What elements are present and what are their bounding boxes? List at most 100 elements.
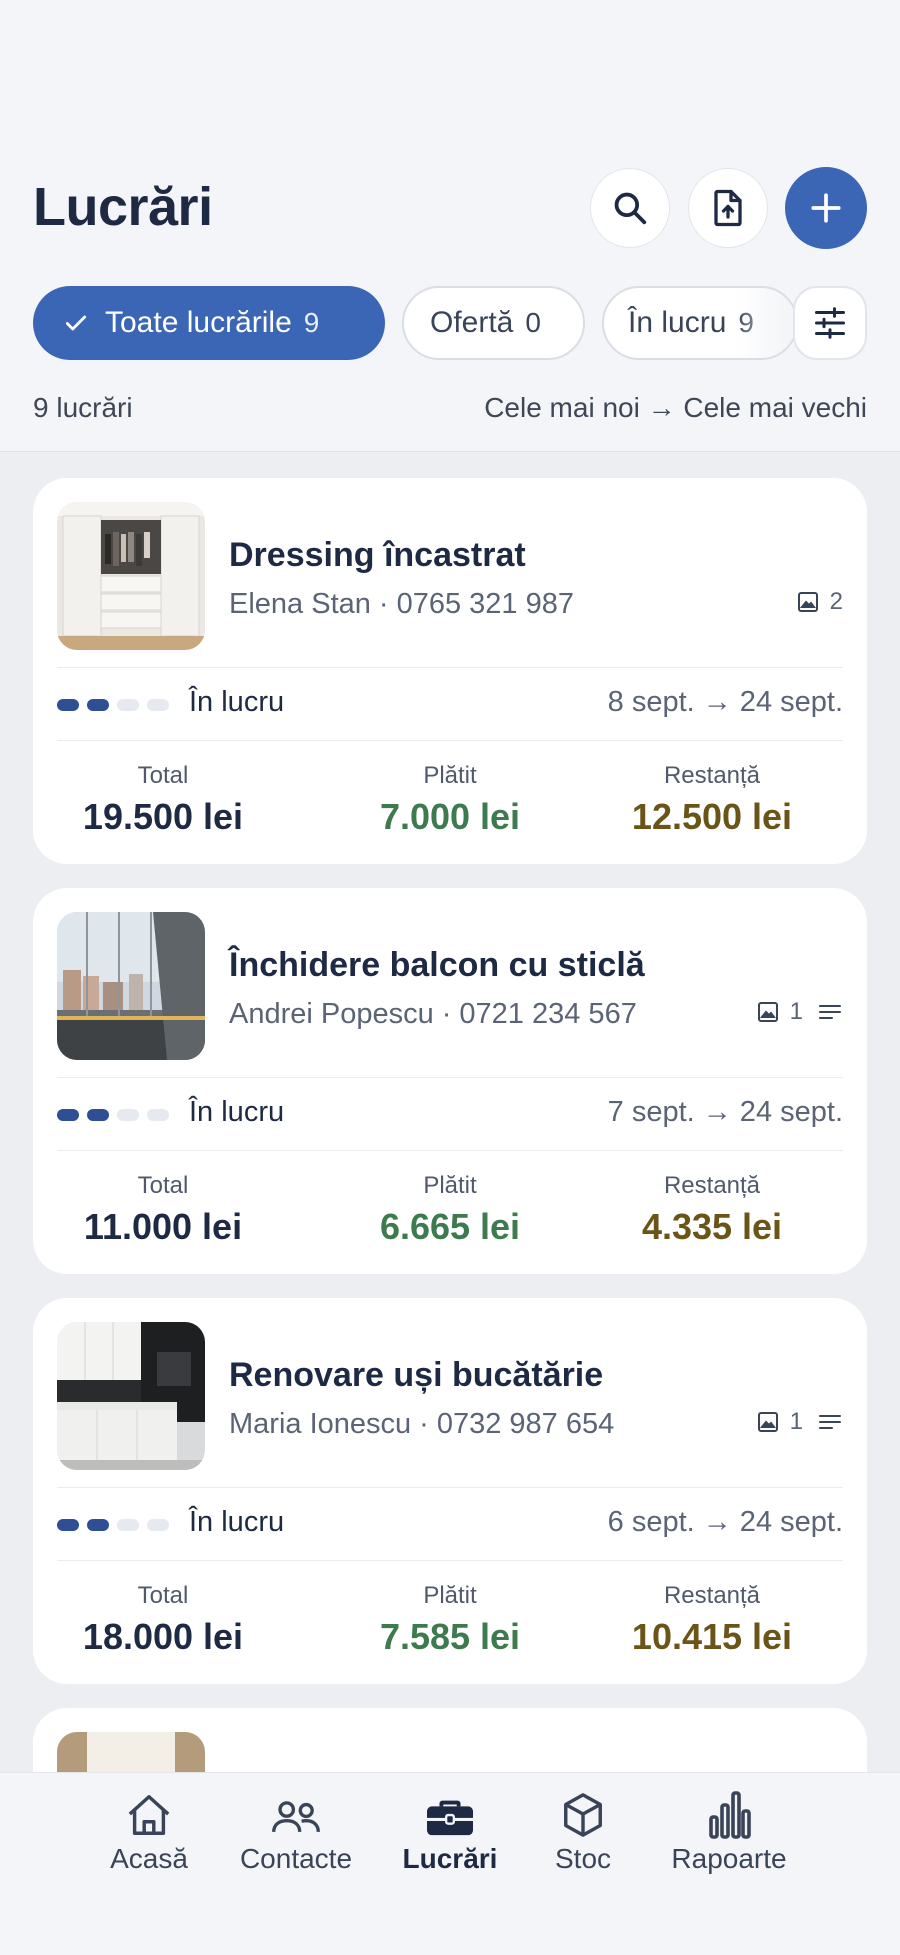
paid-column: Plătit 7.585 lei bbox=[320, 1582, 580, 1658]
due-label: Restanță bbox=[663, 1172, 761, 1199]
progress-step bbox=[57, 1519, 79, 1531]
tab-jobs[interactable]: Lucrări bbox=[375, 1785, 525, 1875]
export-button[interactable] bbox=[688, 168, 768, 248]
chip-all-jobs[interactable]: Toate lucrările 9 bbox=[33, 286, 385, 360]
total-column: Total 19.500 lei bbox=[33, 762, 293, 838]
job-client: Andrei Popescu · 0721 234 567 bbox=[229, 998, 637, 1030]
home-icon bbox=[128, 1795, 170, 1835]
box-icon bbox=[564, 1793, 602, 1837]
due-value: 12.500 lei bbox=[631, 796, 793, 837]
notes-icon bbox=[819, 1415, 841, 1429]
paid-column: Plătit 6.665 lei bbox=[320, 1172, 580, 1248]
divider bbox=[57, 667, 843, 668]
briefcase-icon bbox=[427, 1800, 473, 1836]
search-icon bbox=[614, 192, 647, 225]
total-column: Total 18.000 lei bbox=[33, 1582, 293, 1658]
photo-count: 1 bbox=[789, 1408, 803, 1435]
job-dates: 8 sept. → 24 sept. bbox=[607, 686, 843, 718]
tab-label: Stoc bbox=[554, 1843, 612, 1874]
total-value: 18.000 lei bbox=[82, 1616, 244, 1657]
add-button[interactable] bbox=[785, 167, 867, 249]
job-title: Închidere balcon cu sticlă bbox=[229, 946, 645, 984]
due-value: 4.335 lei bbox=[641, 1206, 783, 1247]
paid-label: Plătit bbox=[423, 1172, 477, 1199]
total-label: Total bbox=[137, 1582, 189, 1609]
progress-step bbox=[57, 699, 79, 711]
chip-count: 9 bbox=[303, 307, 320, 338]
bar-chart-icon bbox=[709, 1791, 751, 1839]
job-status: În lucru bbox=[189, 686, 285, 718]
job-photo-wardrobe bbox=[57, 502, 205, 650]
chip-label: Toate lucrările bbox=[105, 306, 292, 339]
job-dates: 6 sept. → 24 sept. bbox=[607, 1506, 843, 1538]
due-column: Restanță 10.415 lei bbox=[582, 1582, 842, 1658]
header-area: Lucrări Toate lucrările 9 Ofertă 0 În lu… bbox=[0, 0, 900, 452]
chip-label: În lucru bbox=[628, 306, 727, 339]
job-photo-kitchen bbox=[57, 1322, 205, 1470]
client-name: Maria Ionescu bbox=[229, 1408, 412, 1440]
job-card[interactable]: Dressing încastrat Elena Stan · 0765 321 9… bbox=[33, 478, 867, 864]
due-label: Restanță bbox=[663, 1582, 761, 1609]
tab-label: Rapoarte bbox=[671, 1843, 787, 1874]
job-meta: 1 bbox=[756, 1408, 843, 1436]
progress-step bbox=[117, 1519, 139, 1531]
image-icon bbox=[797, 592, 818, 612]
tab-contacts[interactable]: Contacte bbox=[221, 1785, 371, 1875]
progress-step bbox=[117, 1109, 139, 1121]
sort-order[interactable]: Cele mai noi → Cele mai vechi bbox=[484, 392, 867, 424]
due-column: Restanță 12.500 lei bbox=[582, 762, 842, 838]
progress-indicator bbox=[57, 1109, 169, 1121]
total-label: Total bbox=[137, 762, 189, 789]
client-phone[interactable]: 0765 321 987 bbox=[397, 588, 574, 620]
job-status: În lucru bbox=[189, 1506, 285, 1538]
due-label: Restanță bbox=[663, 762, 761, 789]
total-column: Total 11.000 lei bbox=[33, 1172, 293, 1248]
job-status: În lucru bbox=[189, 1096, 285, 1128]
progress-indicator bbox=[57, 1519, 169, 1531]
tab-label: Contacte bbox=[239, 1843, 353, 1874]
filter-settings-button[interactable] bbox=[793, 286, 867, 360]
job-card[interactable]: Renovare uși bucătărie Maria Ionescu · 073… bbox=[33, 1298, 867, 1684]
progress-step bbox=[57, 1109, 79, 1121]
client-name: Andrei Popescu bbox=[229, 998, 434, 1030]
progress-step bbox=[147, 1519, 169, 1531]
chip-label: Ofertă bbox=[430, 306, 514, 339]
paid-value: 7.000 lei bbox=[379, 796, 521, 837]
progress-step bbox=[147, 699, 169, 711]
client-phone[interactable]: 0721 234 567 bbox=[459, 998, 636, 1030]
chip-in-progress[interactable]: În lucru 9 bbox=[602, 286, 798, 360]
chip-count: 0 bbox=[525, 307, 541, 338]
client-phone[interactable]: 0732 987 654 bbox=[437, 1408, 614, 1440]
tab-stock[interactable]: Stoc bbox=[508, 1785, 658, 1875]
notes-icon bbox=[819, 1005, 841, 1019]
job-meta: 1 bbox=[756, 998, 843, 1026]
photo-count: 1 bbox=[789, 998, 803, 1025]
results-count: 9 lucrări bbox=[33, 392, 133, 423]
image-icon bbox=[757, 1002, 778, 1022]
job-title: Renovare uși bucătărie bbox=[229, 1356, 604, 1394]
job-card[interactable]: Închidere balcon cu sticlă Andrei Popesc… bbox=[33, 888, 867, 1274]
due-column: Restanță 4.335 lei bbox=[582, 1172, 842, 1248]
people-icon bbox=[272, 1801, 320, 1832]
search-button[interactable] bbox=[590, 168, 670, 248]
job-dates: 7 sept. → 24 sept. bbox=[607, 1096, 843, 1128]
tab-label: Lucrări bbox=[402, 1843, 498, 1874]
progress-indicator bbox=[57, 699, 169, 711]
job-meta: 2 bbox=[796, 588, 843, 616]
progress-step bbox=[147, 1109, 169, 1121]
tab-reports[interactable]: Rapoarte bbox=[654, 1785, 804, 1875]
image-icon bbox=[757, 1412, 778, 1432]
progress-step bbox=[87, 699, 109, 711]
plus-icon bbox=[811, 193, 841, 223]
tab-home[interactable]: Acasă bbox=[74, 1785, 224, 1875]
divider bbox=[57, 1560, 843, 1561]
bottom-tab-bar: Acasă Contacte Lucrări Stoc Rapoarte bbox=[0, 1772, 900, 1955]
progress-step bbox=[87, 1519, 109, 1531]
paid-label: Plătit bbox=[423, 1582, 477, 1609]
sliders-icon bbox=[815, 307, 845, 339]
chip-offer[interactable]: Ofertă 0 bbox=[402, 286, 585, 360]
chip-fade bbox=[736, 288, 796, 358]
page-title: Lucrări bbox=[33, 177, 213, 237]
paid-label: Plătit bbox=[423, 762, 477, 789]
client-name: Elena Stan bbox=[229, 588, 371, 620]
